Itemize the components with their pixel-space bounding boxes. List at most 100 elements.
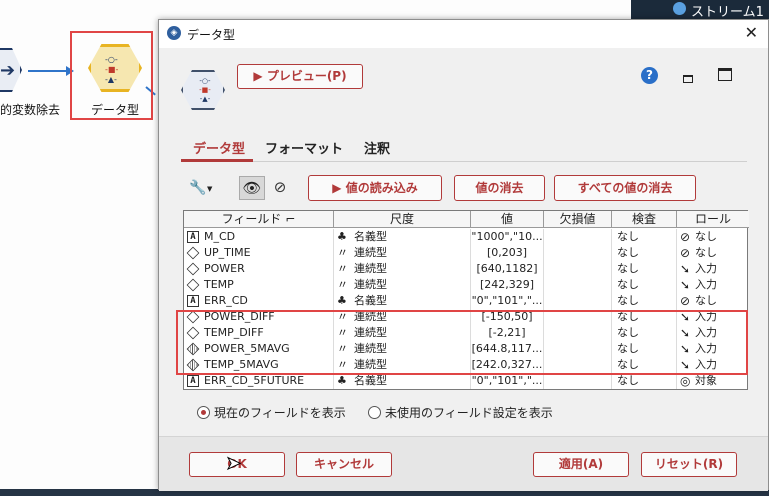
role-cell[interactable]: なし xyxy=(677,229,749,245)
radio-unused-fields[interactable]: 未使用のフィールド設定を表示 xyxy=(368,404,553,421)
measure-cell[interactable]: 連続型 xyxy=(334,357,471,373)
radio-dot[interactable] xyxy=(368,406,381,419)
stream-tab[interactable]: ストリーム1 xyxy=(691,1,764,20)
table-row[interactable]: POWER_5MAVG 〃連続型 [644.8,117... なし ➘ 入力 xyxy=(184,341,749,357)
minimize-icon[interactable] xyxy=(683,75,693,83)
field-name-cell[interactable]: TEMP xyxy=(184,277,334,293)
table-row[interactable]: TEMP 〃連続型 [242,329] なし ➘ 入力 xyxy=(184,277,749,293)
role-cell[interactable]: 入力 xyxy=(677,277,749,293)
measure-cell[interactable]: 連続型 xyxy=(334,341,471,357)
field-name-cell[interactable]: POWER_5MAVG xyxy=(184,341,334,357)
preview-button[interactable]: ▶ プレビュー(P) xyxy=(237,64,363,89)
col-header-missing[interactable]: 欠損値 xyxy=(544,211,612,228)
measure-cell[interactable]: 連続型 xyxy=(334,325,471,341)
values-cell[interactable]: [-150,50] xyxy=(471,309,544,325)
check-cell[interactable]: なし xyxy=(612,277,677,293)
table-row[interactable]: POWER_DIFF 〃連続型 [-150,50] なし ➘ 入力 xyxy=(184,309,749,325)
fields-table[interactable]: フィールド ⌐ 尺度 値 欠損値 検査 ロール A M_CD ♣ 名義型 "1000",… xyxy=(183,210,749,390)
radio-current-fields[interactable]: 現在のフィールドを表示 xyxy=(197,404,346,421)
check-cell[interactable]: なし xyxy=(612,229,677,245)
check-cell[interactable]: なし xyxy=(612,357,677,373)
show-fields-eye-icon[interactable]: 👁 xyxy=(239,176,265,200)
values-cell[interactable]: [242,329] xyxy=(471,277,544,293)
values-cell[interactable]: "1000","10... xyxy=(471,229,544,245)
clear-all-values-button[interactable]: すべての値の消去 xyxy=(554,175,696,201)
tab-types[interactable]: データ型 xyxy=(193,138,245,157)
table-row[interactable]: A ERR_CD ♣ 名義型 "0","101","... なし ⊘ なし xyxy=(184,293,749,309)
check-cell[interactable]: なし xyxy=(612,341,677,357)
radio-dot-selected[interactable] xyxy=(197,406,210,419)
measure-cell[interactable]: 連続型 xyxy=(334,245,471,261)
field-name-cell[interactable]: POWER xyxy=(184,261,334,277)
check-cell[interactable]: なし xyxy=(612,373,677,389)
chevron-down-icon[interactable]: ▼ xyxy=(207,185,212,193)
measure-cell[interactable]: 連続型 xyxy=(334,309,471,325)
missing-cell[interactable] xyxy=(544,357,612,373)
role-cell[interactable]: 入力 xyxy=(677,309,749,325)
help-icon[interactable]: ? xyxy=(641,67,658,84)
check-cell[interactable]: なし xyxy=(612,261,677,277)
col-header-field[interactable]: フィールド ⌐ xyxy=(184,211,334,228)
measure-cell[interactable]: 名義型 xyxy=(334,293,471,309)
missing-cell[interactable] xyxy=(544,341,612,357)
read-values-button[interactable]: ▶ 値の読み込み xyxy=(308,175,442,201)
tab-format[interactable]: フォーマット xyxy=(265,138,343,157)
role-cell[interactable]: なし xyxy=(677,245,749,261)
values-cell[interactable]: [0,203] xyxy=(471,245,544,261)
field-name-cell[interactable]: ERR_CD xyxy=(184,293,334,309)
measure-cell[interactable]: 連続型 xyxy=(334,277,471,293)
role-cell[interactable]: 対象 xyxy=(677,373,749,389)
table-row[interactable]: POWER 〃連続型 [640,1182] なし ➘ 入力 xyxy=(184,261,749,277)
missing-cell[interactable] xyxy=(544,293,612,309)
field-name-cell[interactable]: POWER_DIFF xyxy=(184,309,334,325)
values-cell[interactable]: "0","101","... xyxy=(471,293,544,309)
role-cell[interactable]: 入力 xyxy=(677,261,749,277)
measure-cell[interactable]: 連続型 xyxy=(334,261,471,277)
role-cell[interactable]: 入力 xyxy=(677,325,749,341)
apply-button[interactable]: 適用(A) xyxy=(533,452,629,477)
wrench-icon[interactable]: 🔧 xyxy=(189,180,206,196)
field-name-cell[interactable]: TEMP_5MAVG xyxy=(184,357,334,373)
dialog-titlebar[interactable]: ◈ データ型 ✕ xyxy=(159,20,768,48)
table-row[interactable]: UP_TIME 〃連続型 [0,203] なし ⊘ なし xyxy=(184,245,749,261)
clear-values-button[interactable]: 値の消去 xyxy=(454,175,545,201)
values-cell[interactable]: [640,1182] xyxy=(471,261,544,277)
role-cell[interactable]: 入力 xyxy=(677,357,749,373)
values-cell[interactable]: [242.0,327... xyxy=(471,357,544,373)
field-name-cell[interactable]: ERR_CD_5FUTURE xyxy=(184,373,334,389)
check-cell[interactable]: なし xyxy=(612,245,677,261)
table-row[interactable]: TEMP_5MAVG 〃連続型 [242.0,327... なし ➘ 入力 xyxy=(184,357,749,373)
missing-cell[interactable] xyxy=(544,245,612,261)
col-header-measure[interactable]: 尺度 xyxy=(334,211,471,228)
role-cell[interactable]: なし xyxy=(677,293,749,309)
col-header-values[interactable]: 値 xyxy=(471,211,544,228)
missing-cell[interactable] xyxy=(544,325,612,341)
missing-cell[interactable] xyxy=(544,373,612,389)
table-row[interactable]: A ERR_CD_5FUTURE ♣ 名義型 "0","101","... なし ◎ 対象 xyxy=(184,373,749,389)
col-header-check[interactable]: 検査 xyxy=(612,211,677,228)
field-name-cell[interactable]: TEMP_DIFF xyxy=(184,325,334,341)
missing-cell[interactable] xyxy=(544,229,612,245)
cancel-button[interactable]: キャンセル xyxy=(296,452,392,477)
measure-cell[interactable]: 名義型 xyxy=(334,229,471,245)
missing-cell[interactable] xyxy=(544,277,612,293)
values-cell[interactable]: "0","101","... xyxy=(471,373,544,389)
close-icon[interactable]: ✕ xyxy=(745,23,758,42)
maximize-icon[interactable] xyxy=(718,68,732,81)
tab-annotations[interactable]: 注釈 xyxy=(364,138,390,157)
hide-fields-eye-icon[interactable]: ⊘ xyxy=(267,176,293,200)
col-header-role[interactable]: ロール xyxy=(677,211,749,228)
field-name-cell[interactable]: UP_TIME xyxy=(184,245,334,261)
table-row[interactable]: TEMP_DIFF 〃連続型 [-2,21] なし ➘ 入力 xyxy=(184,325,749,341)
missing-cell[interactable] xyxy=(544,309,612,325)
values-cell[interactable]: [644.8,117... xyxy=(471,341,544,357)
measure-cell[interactable]: 名義型 xyxy=(334,373,471,389)
check-cell[interactable]: なし xyxy=(612,309,677,325)
values-cell[interactable]: [-2,21] xyxy=(471,325,544,341)
missing-cell[interactable] xyxy=(544,261,612,277)
reset-button[interactable]: リセット(R) xyxy=(641,452,737,477)
check-cell[interactable]: なし xyxy=(612,293,677,309)
role-cell[interactable]: 入力 xyxy=(677,341,749,357)
check-cell[interactable]: なし xyxy=(612,325,677,341)
table-row[interactable]: A M_CD ♣ 名義型 "1000","10... なし ⊘ なし xyxy=(184,229,749,245)
